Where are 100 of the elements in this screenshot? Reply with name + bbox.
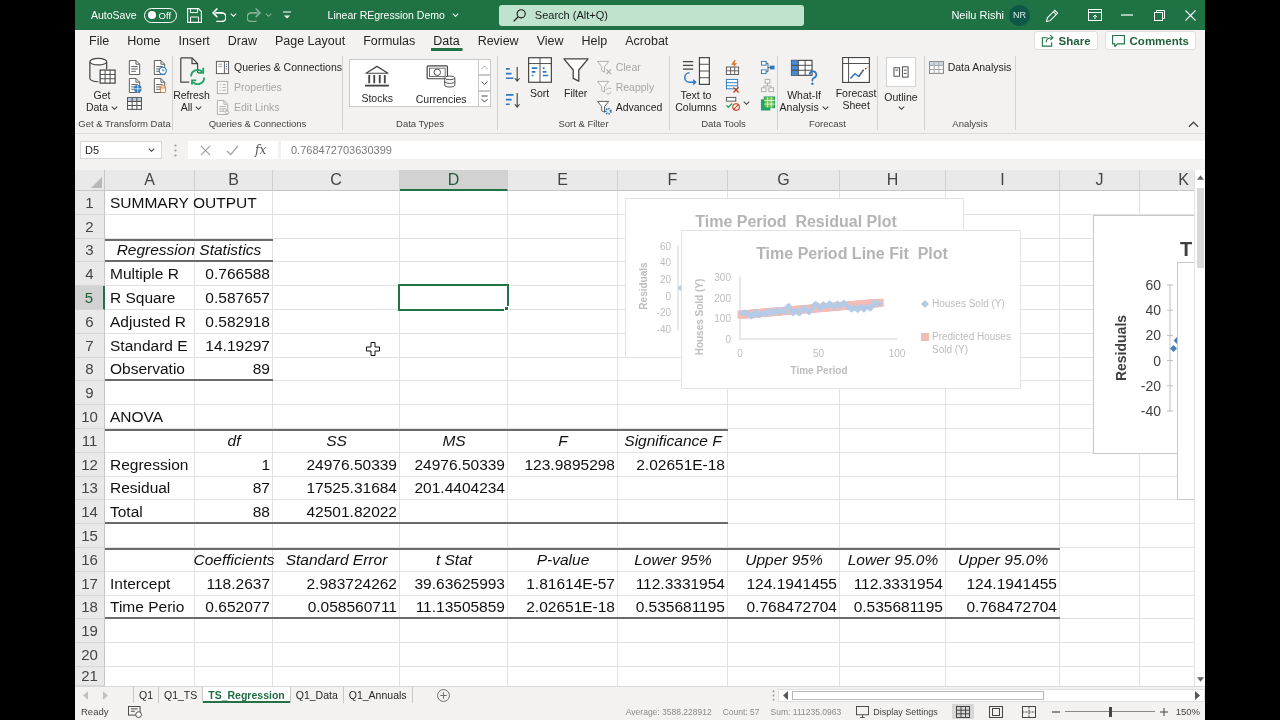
data-type-option[interactable]: Stocks [361,64,393,104]
column-header[interactable]: C [273,170,400,191]
sort-button[interactable]: Sort [524,57,555,99]
menu-tab[interactable]: View [527,30,573,52]
sheet-tab[interactable]: Q1 [134,687,159,703]
row-header[interactable]: 8 [75,357,105,382]
row-header[interactable]: 14 [75,500,105,525]
column-header[interactable]: K [1140,170,1194,191]
column-header[interactable]: D [400,170,508,191]
chevron-up-icon[interactable] [1188,121,1199,128]
row-header[interactable]: 5 [75,286,105,310]
table-icon[interactable] [127,96,142,110]
row-header[interactable]: 6 [75,310,105,334]
document-clock-icon[interactable] [152,59,167,75]
check-icon[interactable] [226,144,240,156]
scroll-left-icon[interactable] [783,690,788,700]
menu-tab[interactable]: Formulas [354,30,425,52]
sheet-tab[interactable]: Q1_Data [290,687,344,703]
display-settings-button[interactable]: Display Settings [856,705,938,718]
column-header[interactable]: E [508,170,618,191]
tab-bar-dots-icon[interactable] [772,689,775,701]
caret-icon[interactable] [743,101,750,105]
check-prohibited-icon[interactable] [725,95,740,111]
column-header[interactable]: J [1060,170,1140,191]
bar-triangle-icon[interactable] [281,11,292,19]
cross-icon[interactable] [199,144,211,156]
column-header[interactable]: I [946,170,1060,191]
menu-tab[interactable]: Help [572,30,617,52]
scroll-right-icon[interactable] [1195,690,1200,700]
insert-function-button[interactable]: fx [255,143,267,157]
add-sheet-icon[interactable] [436,688,450,702]
menu-tab[interactable]: Acrobat [616,30,678,52]
row-header[interactable]: 10 [75,405,105,429]
sheet-tab[interactable]: TS_Regression [203,687,291,703]
table-cross-icon[interactable] [725,77,740,93]
document-icon[interactable] [127,59,142,75]
column-header[interactable]: A [105,170,195,191]
gallery-down-icon[interactable] [478,75,491,91]
sort-descending-icon[interactable] [504,91,520,109]
column-header[interactable]: F [618,170,728,191]
horizontal-scrollbar[interactable] [778,688,1205,702]
menu-tab[interactable]: Home [118,30,170,52]
user-avatar[interactable]: NR [1009,4,1030,26]
formula-field[interactable]: 0.768472703630399 [281,141,1205,159]
refresh-all-button[interactable]: Refresh All [173,57,210,113]
row-header[interactable]: 4 [75,262,105,287]
search-field[interactable]: Search (Alt+Q) [498,4,804,26]
row-header[interactable]: 13 [75,476,105,501]
zoom-slider-thumb[interactable] [1108,706,1112,717]
row-header[interactable]: 21 [75,666,105,686]
menu-tab[interactable]: Review [468,30,528,52]
row-header[interactable]: 1 [75,191,105,215]
row-header[interactable]: 20 [75,643,105,667]
row-header[interactable]: 9 [75,381,105,406]
menu-tab[interactable]: Draw [218,30,266,52]
queries-connections-button[interactable]: Queries & Connections [215,57,342,77]
get-data-button[interactable]: Get Data [82,57,122,113]
undo-icon[interactable] [211,8,226,22]
row-header[interactable]: 7 [75,333,105,358]
menu-tab[interactable]: Insert [169,30,219,52]
data-type-option[interactable]: Currencies [415,63,467,105]
sheet-tab[interactable]: Q1_Annuals [343,687,413,703]
close-icon[interactable] [1185,9,1196,21]
text-to-columns-button[interactable]: Text to Columns [672,57,720,113]
column-header[interactable]: G [728,170,840,191]
what-if-analysis-button[interactable]: What-If Analysis [778,57,831,113]
horizontal-scroll-thumb[interactable] [792,690,1044,700]
menu-tab[interactable]: File [80,30,119,52]
menu-tab[interactable]: Page Layout [265,30,355,52]
advanced-filter-button[interactable]: Advanced [596,97,663,117]
gallery-more-icon[interactable] [478,91,491,107]
pen-icon[interactable] [1045,7,1060,23]
comments-button[interactable]: Comments [1104,31,1196,50]
window-arrow-icon[interactable] [1088,9,1102,21]
row-header[interactable]: 18 [75,595,105,620]
scroll-up-icon[interactable] [1196,175,1204,180]
document-title[interactable]: Linear REgression Demo [327,9,459,21]
outline-button[interactable]: Outline [881,57,921,110]
normal-view-button[interactable] [951,704,974,719]
share-button[interactable]: Share [1033,31,1098,50]
vertical-scrollbar[interactable] [1194,170,1205,686]
document-cylinder-icon[interactable] [152,77,167,93]
sort-ascending-icon[interactable] [504,65,520,83]
forecast-sheet-button[interactable]: Forecast Sheet [835,57,877,111]
row-header[interactable]: 11 [75,428,105,453]
scroll-down-icon[interactable] [1196,677,1204,682]
row-header[interactable]: 3 [75,238,105,263]
stacked-grid-icon[interactable] [760,95,775,111]
filter-button[interactable]: Filter [559,57,592,99]
zoom-out-icon[interactable] [1051,710,1060,713]
zoom-in-icon[interactable] [1159,707,1168,716]
restore-icon[interactable] [1154,9,1165,21]
zoom-level[interactable]: 150% [1175,706,1200,717]
row-header[interactable]: 17 [75,571,105,596]
name-box[interactable]: D5 [80,141,162,159]
row-header[interactable]: 19 [75,619,105,644]
formula-bar-dots-icon[interactable] [174,144,177,157]
lightning-table-icon[interactable] [725,59,740,75]
data-analysis-button[interactable]: Data Analysis [928,57,1012,77]
vertical-scroll-thumb[interactable] [1196,188,1204,268]
